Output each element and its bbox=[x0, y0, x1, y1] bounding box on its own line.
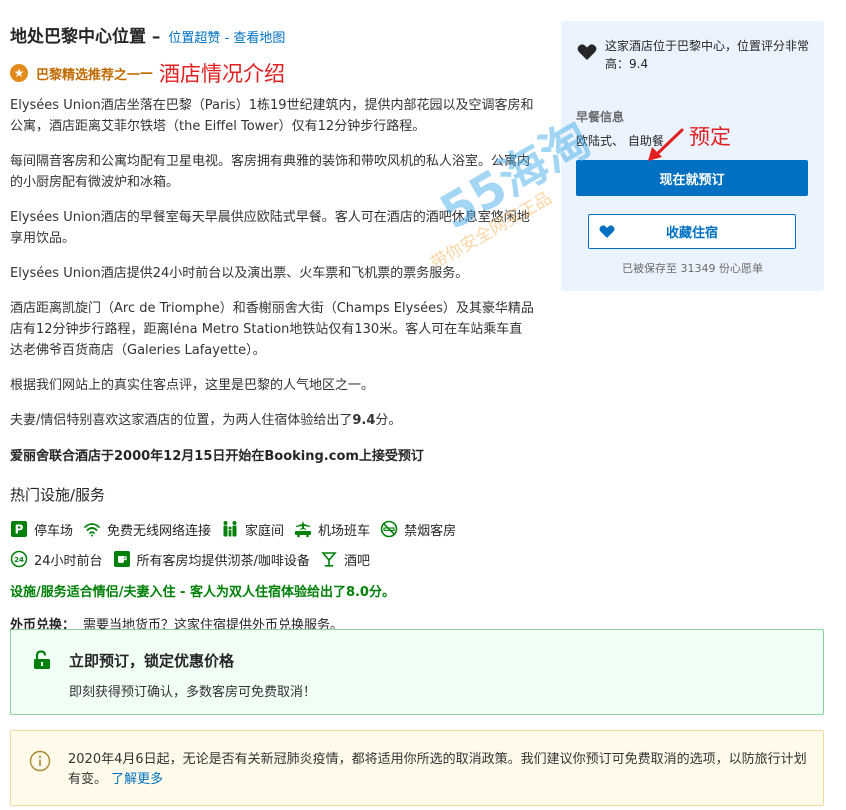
bar-icon bbox=[320, 550, 338, 568]
no-smoking-icon bbox=[380, 520, 398, 538]
facility-non-smoking: 禁烟客房 bbox=[380, 520, 456, 539]
facilities-heading: 热门设施/服务 bbox=[10, 486, 106, 504]
facility-shuttle: 机场班车 bbox=[294, 520, 370, 539]
facility-wifi: 免费无线网络连接 bbox=[83, 520, 211, 539]
description-paragraph: Elysées Union酒店的早餐室每天早晨供应欧陆式早餐。客人可在酒店的酒吧… bbox=[10, 210, 530, 246]
facility-24h-desk: 24 24小时前台 bbox=[10, 550, 103, 569]
facility-label: 所有客房均提供沏茶/咖啡设备 bbox=[136, 553, 310, 569]
breakfast-label: 早餐信息 bbox=[576, 110, 625, 124]
description-paragraph: 酒店距离凯旋门（Arc de Triomphe）和香榭丽舍大街（Champs E… bbox=[10, 301, 534, 358]
description: Elysées Union酒店坐落在巴黎（Paris）1栋19世纪建筑内，提供内… bbox=[10, 95, 535, 431]
location-score-text: 这家酒店位于巴黎中心，位置评分非常高：9.4 bbox=[605, 39, 810, 71]
couple-rating-paragraph: 夫妻/情侣特别喜欢这家酒店的位置，为两人住宿体验给出了9.4分。 bbox=[10, 410, 535, 431]
heart-icon bbox=[577, 43, 597, 61]
location-rating-link[interactable]: 位置超赞 bbox=[168, 31, 220, 46]
arrow-icon bbox=[646, 127, 686, 163]
facilities-row-1: P 停车场 免费无线网络连接 家庭间 机场班车 禁烟客房 bbox=[10, 519, 535, 539]
recommendation-dash: — bbox=[140, 65, 154, 81]
shuttle-icon bbox=[294, 520, 312, 538]
booking-sidebar: 这家酒店位于巴黎中心，位置评分非常高：9.4 早餐信息 欧陆式、 自助餐 现在就… bbox=[561, 21, 824, 291]
couple-suitable-text: 设施/服务适合情侣/夫妻入住 - 客人为双人住宿体验给出了8.0分。 bbox=[10, 585, 395, 600]
facility-label: 24小时前台 bbox=[34, 553, 103, 569]
unlock-icon bbox=[33, 650, 51, 670]
facility-label: 停车场 bbox=[34, 523, 74, 539]
description-paragraph: 根据我们网站上的真实住客点评，这里是巴黎的人气地区之一。 bbox=[10, 378, 375, 393]
couple-rating-suffix: 分。 bbox=[375, 413, 402, 428]
location-highlight: 这家酒店位于巴黎中心，位置评分非常高：9.4 bbox=[577, 37, 813, 73]
info-icon bbox=[29, 750, 51, 772]
book-now-title: 立即预订，锁定优惠价格 bbox=[69, 652, 235, 670]
facilities-row-2: 24 24小时前台 所有客房均提供沏茶/咖啡设备 酒吧 bbox=[10, 549, 535, 569]
svg-text:P: P bbox=[15, 523, 24, 537]
property-description-section: 地处巴黎中心位置 – 位置超赞 - 查看地图 ★ 巴黎精选推荐之一 — 酒店情况… bbox=[10, 22, 535, 633]
description-paragraph: Elysées Union酒店提供24小时前台以及演出票、火车票和飞机票的票务服… bbox=[10, 266, 469, 281]
link-separator: - bbox=[220, 31, 234, 46]
notice-body: 2020年4月6日起，无论是否有关新冠肺炎疫情，都将适用你所选的取消政策。我们建… bbox=[68, 752, 807, 787]
facility-tea-coffee: 所有客房均提供沏茶/咖啡设备 bbox=[113, 550, 310, 569]
facility-bar: 酒吧 bbox=[320, 550, 370, 569]
view-map-link[interactable]: 查看地图 bbox=[233, 31, 285, 46]
couple-rating-score: 9.4 bbox=[352, 413, 376, 428]
facility-label: 禁烟客房 bbox=[404, 523, 457, 539]
notice-text: 2020年4月6日起，无论是否有关新冠肺炎疫情，都将适用你所选的取消政策。我们建… bbox=[68, 750, 813, 790]
cancellation-notice: 2020年4月6日起，无论是否有关新冠肺炎疫情，都将适用你所选的取消政策。我们建… bbox=[10, 730, 824, 806]
recommendation-row: ★ 巴黎精选推荐之一 — 酒店情况介绍 bbox=[10, 59, 535, 87]
saved-count-text: 已被保存至 31349 份心愿单 bbox=[622, 262, 763, 275]
save-button-label: 收藏住宿 bbox=[665, 226, 718, 241]
description-paragraph: 每间隔音客房和公寓均配有卫星电视。客房拥有典雅的装饰和带吹风机的私人浴室。公寓内… bbox=[10, 154, 531, 190]
facility-label: 酒吧 bbox=[343, 553, 370, 569]
facility-parking: P 停车场 bbox=[10, 520, 73, 539]
star-icon: ★ bbox=[10, 64, 28, 82]
founded-text: 爱丽舍联合酒店于2000年12月15日开始在Booking.com上接受预订 bbox=[10, 449, 424, 464]
annotation-hotel-intro: 酒店情况介绍 bbox=[159, 62, 286, 86]
facility-label: 免费无线网络连接 bbox=[107, 523, 212, 539]
book-now-subtitle: 即刻获得预订确认，多数客房可免费取消！ bbox=[69, 685, 317, 700]
facility-family: 家庭间 bbox=[221, 520, 284, 539]
recommendation-label: 巴黎精选推荐之一 bbox=[36, 67, 141, 83]
annotation-book: 预定 bbox=[689, 125, 731, 149]
facility-label: 家庭间 bbox=[245, 523, 285, 539]
description-paragraph: Elysées Union酒店坐落在巴黎（Paris）1栋19世纪建筑内，提供内… bbox=[10, 98, 534, 134]
wifi-icon bbox=[83, 520, 101, 538]
heart-icon bbox=[599, 224, 615, 239]
title-row: 地处巴黎中心位置 – 位置超赞 - 查看地图 bbox=[10, 22, 535, 47]
24h-icon: 24 bbox=[10, 550, 28, 568]
title-links: 位置超赞 - 查看地图 bbox=[168, 27, 285, 46]
book-now-banner: 立即预订，锁定优惠价格 即刻获得预订确认，多数客房可免费取消！ bbox=[10, 629, 824, 715]
save-property-button[interactable]: 收藏住宿 bbox=[588, 214, 796, 249]
svg-text:24: 24 bbox=[14, 556, 24, 564]
page-title: 地处巴黎中心位置 – bbox=[10, 27, 161, 47]
reserve-button[interactable]: 现在就预订 bbox=[576, 160, 808, 196]
family-icon bbox=[221, 520, 239, 538]
facility-label: 机场班车 bbox=[318, 523, 371, 539]
learn-more-link[interactable]: 了解更多 bbox=[111, 772, 163, 787]
coffee-icon bbox=[113, 550, 131, 568]
couple-rating-prefix: 夫妻/情侣特别喜欢这家酒店的位置，为两人住宿体验给出了 bbox=[10, 413, 353, 428]
parking-icon: P bbox=[10, 520, 28, 538]
